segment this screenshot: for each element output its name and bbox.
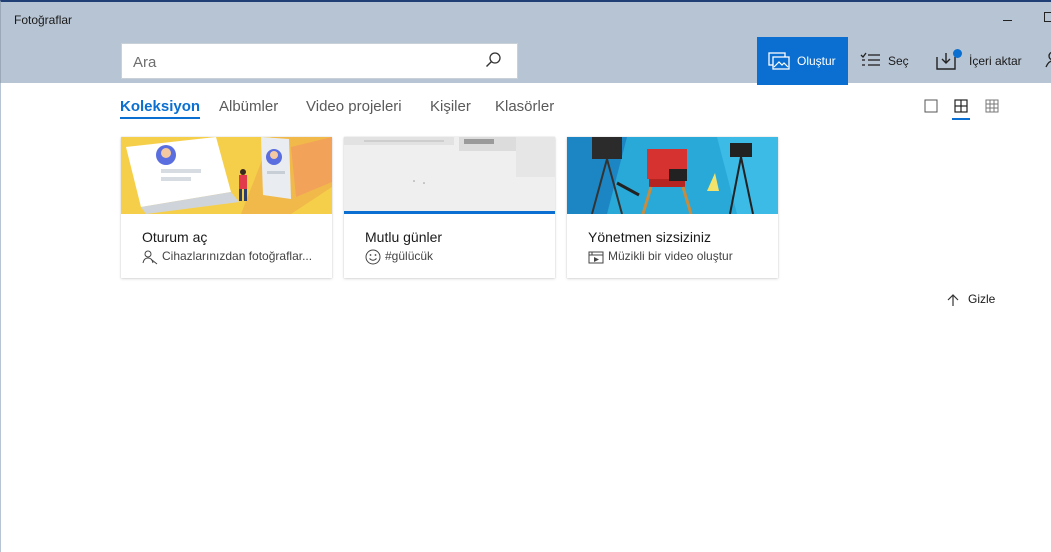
card-subtitle-text: Cihazlarınızdan fotoğraflar... [162, 249, 313, 263]
hide-label: Gizle [968, 292, 996, 306]
select-label: Seç [888, 54, 909, 68]
tab-collection[interactable]: Koleksiyon [120, 98, 201, 119]
happy-days-image [344, 137, 555, 214]
maximize-button[interactable] [1044, 12, 1051, 22]
import-badge [953, 49, 962, 58]
checklist-icon [860, 52, 880, 66]
medium-grid-icon [954, 99, 968, 113]
video-editor-icon [588, 251, 604, 264]
tab-people[interactable]: Kişiler [430, 98, 471, 115]
account-icon[interactable] [1044, 51, 1051, 69]
card-happy-days[interactable]: Mutlu günler #gülücük [344, 137, 555, 278]
director-illustration [567, 137, 778, 214]
arrow-up-icon [947, 294, 959, 306]
search-icon[interactable] [483, 50, 503, 70]
tab-folders[interactable]: Klasörler [495, 98, 554, 115]
tab-video-projects[interactable]: Video projeleri [306, 98, 402, 115]
people-icon [142, 250, 158, 265]
sign-in-illustration [121, 137, 332, 214]
create-button[interactable]: Oluştur [757, 37, 848, 85]
window-border [0, 83, 1, 552]
search-box[interactable] [121, 43, 518, 79]
small-grid-icon [985, 99, 999, 113]
card-title: Mutlu günler [365, 229, 443, 245]
create-icon [768, 52, 790, 70]
search-input[interactable] [133, 50, 473, 74]
app-title: Fotoğraflar [14, 13, 73, 27]
view-small-button[interactable] [982, 96, 1002, 116]
minimize-button[interactable] [1000, 10, 1014, 24]
title-bar: Fotoğraflar Oluştur Seç [0, 0, 1051, 85]
view-large-button[interactable] [921, 96, 941, 116]
import-label: İçeri aktar [969, 54, 1022, 68]
import-button[interactable]: İçeri aktar [933, 37, 1033, 85]
select-button[interactable]: Seç [857, 37, 917, 85]
single-square-icon [924, 99, 938, 113]
view-medium-button[interactable] [951, 96, 971, 120]
card-director[interactable]: Yönetmen sizsiziniz Müzikli bir video ol… [567, 137, 778, 278]
tab-albums[interactable]: Albümler [219, 98, 278, 115]
card-title: Yönetmen sizsiziniz [588, 229, 711, 245]
card-sign-in[interactable]: Oturum aç Cihazlarınızdan fotoğraflar... [121, 137, 332, 278]
card-subtitle-text: Müzikli bir video oluştur [608, 249, 733, 263]
card-title: Oturum aç [142, 229, 208, 245]
create-label: Oluştur [797, 54, 836, 68]
card-subtitle-text: #gülücük [385, 249, 434, 263]
smiley-icon [365, 249, 381, 265]
